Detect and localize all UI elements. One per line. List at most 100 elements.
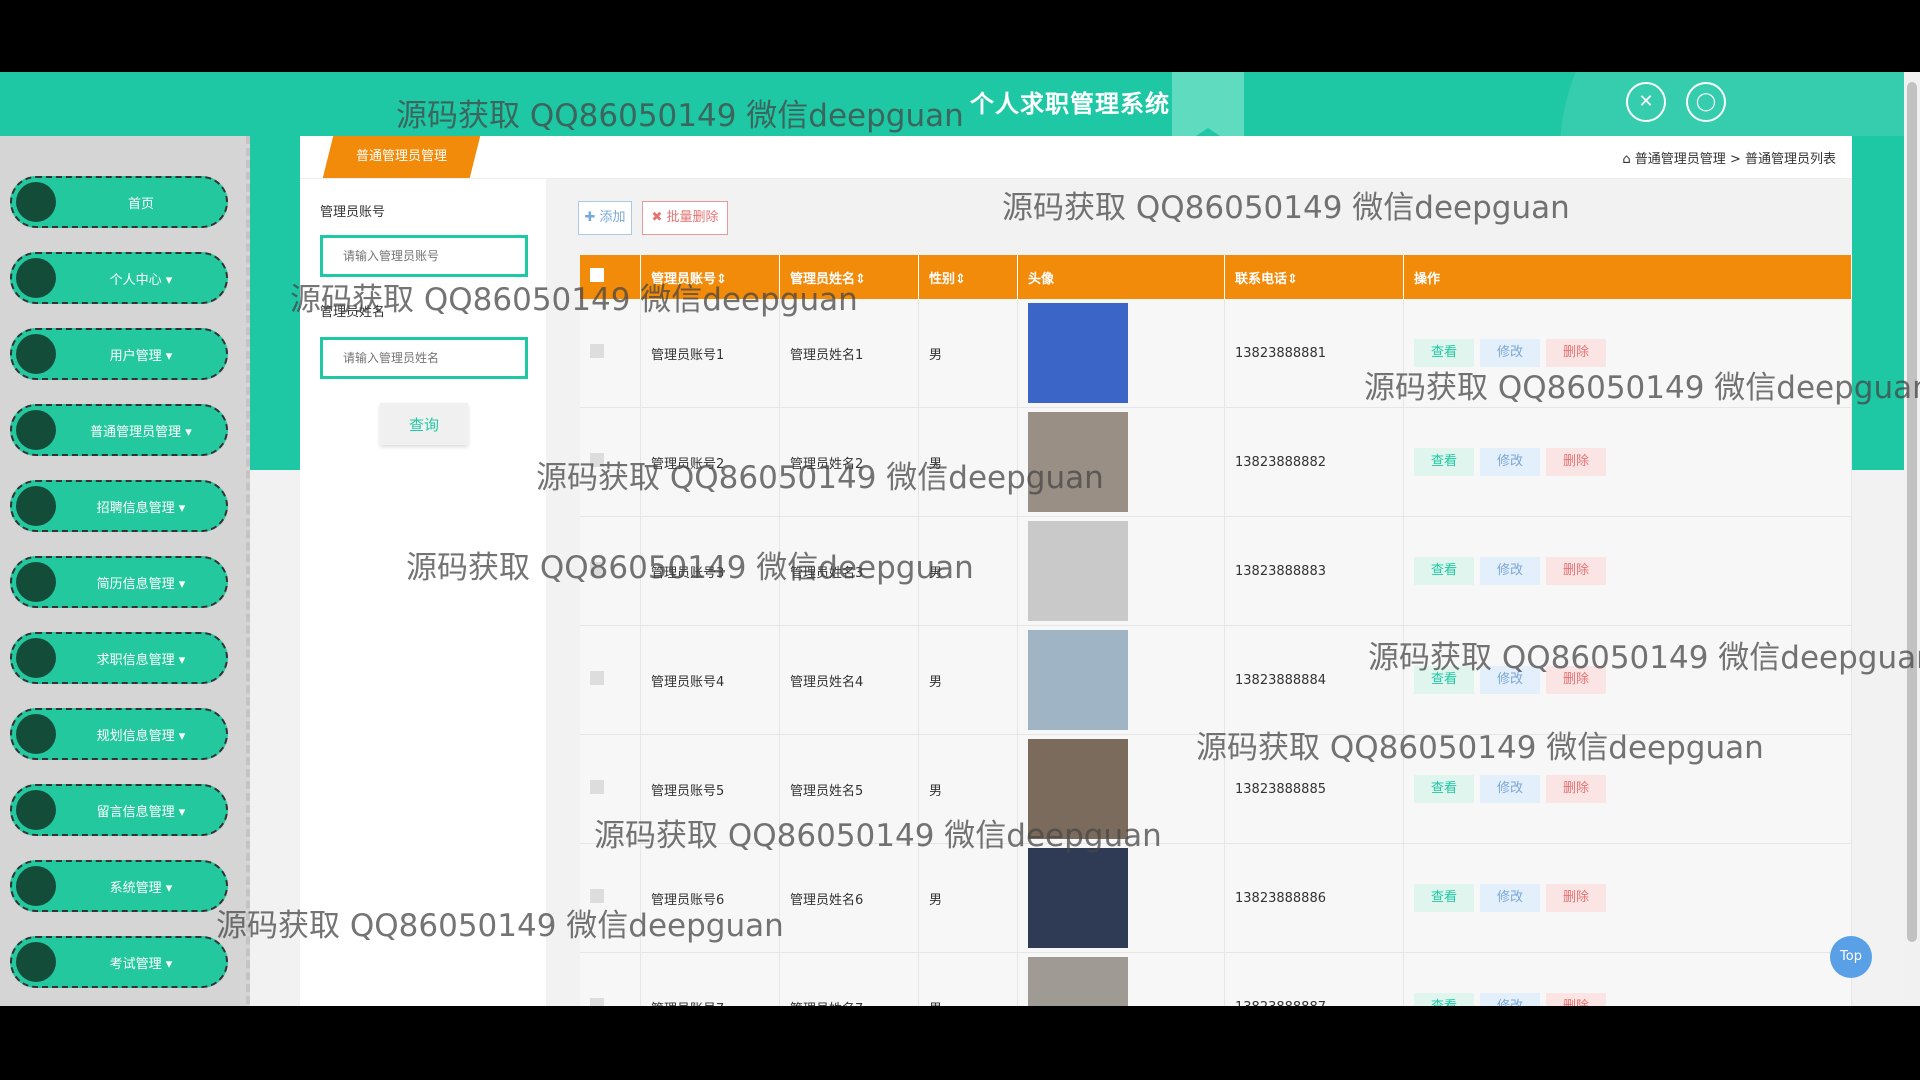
home-icon[interactable]: ⌂ bbox=[1622, 152, 1630, 167]
row-select-cell bbox=[580, 625, 641, 735]
actions-cell: 查看修改删除 bbox=[1403, 734, 1852, 844]
main-content: 普通管理员管理 ⌂ 普通管理员管理 > 普通管理员列表 管理员账号 管理员姓名 … bbox=[300, 136, 1852, 1006]
sidebar-item-label: 规划信息管理 ▾ bbox=[96, 729, 186, 744]
sidebar-item-label: 系统管理 ▾ bbox=[109, 881, 173, 896]
header-phone[interactable]: 联系电话⇕ bbox=[1224, 255, 1404, 299]
table-row: 管理员账号5 管理员姓名5 男 13823888885 查看 修改 删除 bbox=[580, 734, 1852, 844]
select-all-checkbox[interactable] bbox=[590, 268, 604, 282]
scrollbar-thumb[interactable] bbox=[1907, 82, 1917, 942]
edit-button[interactable]: 修改 bbox=[1480, 557, 1540, 585]
header-actions: 操作 bbox=[1403, 255, 1852, 299]
sidebar-item-label: 首页 bbox=[127, 197, 154, 212]
view-button[interactable]: 查看 bbox=[1414, 884, 1474, 912]
row-checkbox[interactable] bbox=[590, 889, 604, 903]
avatar bbox=[1028, 739, 1128, 839]
sidebar-item-label: 简历信息管理 ▾ bbox=[96, 577, 186, 592]
row-checkbox[interactable] bbox=[590, 562, 604, 576]
menu-dot-icon bbox=[16, 866, 56, 906]
row-checkbox[interactable] bbox=[590, 998, 604, 1006]
row-select-cell bbox=[580, 299, 641, 408]
name-cell: 管理员姓名5 bbox=[779, 734, 919, 844]
sidebar-item-user-management[interactable]: 用户管理 ▾ bbox=[10, 328, 228, 380]
gender-cell: 男 bbox=[918, 952, 1018, 1006]
gender-cell: 男 bbox=[918, 299, 1018, 408]
table-row: 管理员账号3 管理员姓名3 男 13823888883 查看 修改 删除 bbox=[580, 516, 1852, 626]
actions-cell: 查看修改删除 bbox=[1403, 952, 1852, 1006]
delete-button[interactable]: 删除 bbox=[1546, 557, 1606, 585]
breadcrumb-path: ⌂ 普通管理员管理 > 普通管理员列表 bbox=[1622, 148, 1836, 167]
view-button[interactable]: 查看 bbox=[1414, 339, 1474, 367]
view-button[interactable]: 查看 bbox=[1414, 557, 1474, 585]
delete-button[interactable]: 删除 bbox=[1546, 448, 1606, 476]
view-button[interactable]: 查看 bbox=[1414, 775, 1474, 803]
phone-cell: 13823888883 bbox=[1224, 516, 1404, 626]
sidebar-item-home[interactable]: 首页 bbox=[10, 176, 228, 228]
edit-button[interactable]: 修改 bbox=[1480, 884, 1540, 912]
sidebar-item-label: 留言信息管理 ▾ bbox=[96, 805, 186, 820]
name-search-input[interactable] bbox=[320, 337, 528, 379]
avatar bbox=[1028, 630, 1128, 730]
row-checkbox[interactable] bbox=[590, 344, 604, 358]
query-button[interactable]: 查询 bbox=[380, 403, 468, 445]
select-all-cell bbox=[580, 255, 641, 299]
name-cell: 管理员姓名4 bbox=[779, 625, 919, 735]
row-checkbox[interactable] bbox=[590, 780, 604, 794]
header-name[interactable]: 管理员姓名⇕ bbox=[779, 255, 919, 299]
edit-button[interactable]: 修改 bbox=[1480, 448, 1540, 476]
sidebar-item-exam[interactable]: 考试管理 ▾ bbox=[10, 936, 228, 988]
phone-cell: 13823888882 bbox=[1224, 407, 1404, 517]
sidebar-item-messages[interactable]: 留言信息管理 ▾ bbox=[10, 784, 228, 836]
sidebar-item-planning[interactable]: 规划信息管理 ▾ bbox=[10, 708, 228, 760]
sidebar-item-job-seeking[interactable]: 求职信息管理 ▾ bbox=[10, 632, 228, 684]
sidebar-item-system[interactable]: 系统管理 ▾ bbox=[10, 860, 228, 912]
actions-cell: 查看修改删除 bbox=[1403, 299, 1852, 408]
sidebar-item-resume[interactable]: 简历信息管理 ▾ bbox=[10, 556, 228, 608]
row-checkbox[interactable] bbox=[590, 671, 604, 685]
actions-cell: 查看修改删除 bbox=[1403, 843, 1852, 953]
add-button[interactable]: ✚ 添加 bbox=[578, 201, 632, 235]
account-cell: 管理员账号2 bbox=[640, 407, 780, 517]
table-row: 管理员账号1 管理员姓名1 男 13823888881 查看 修改 删除 bbox=[580, 299, 1852, 408]
view-button[interactable]: 查看 bbox=[1414, 993, 1474, 1006]
edit-button[interactable]: 修改 bbox=[1480, 775, 1540, 803]
menu-dot-icon bbox=[16, 942, 56, 982]
scrollbar[interactable] bbox=[1904, 72, 1920, 1006]
sidebar-item-admin-management[interactable]: 普通管理员管理 ▾ bbox=[10, 404, 228, 456]
fullscreen-button[interactable]: ✕ bbox=[1626, 82, 1666, 122]
view-button[interactable]: 查看 bbox=[1414, 448, 1474, 476]
delete-button[interactable]: 删除 bbox=[1546, 666, 1606, 694]
account-search-input[interactable] bbox=[320, 235, 528, 277]
header-gender[interactable]: 性别⇕ bbox=[918, 255, 1018, 299]
edit-button[interactable]: 修改 bbox=[1480, 339, 1540, 367]
user-button[interactable]: ◯ bbox=[1686, 82, 1726, 122]
menu-dot-icon bbox=[16, 562, 56, 602]
breadcrumb-tab-label: 普通管理员管理 bbox=[356, 149, 448, 164]
row-select-cell bbox=[580, 516, 641, 626]
avatar bbox=[1028, 957, 1128, 1006]
delete-button[interactable]: 删除 bbox=[1546, 339, 1606, 367]
phone-cell: 13823888884 bbox=[1224, 625, 1404, 735]
ribbon-decoration bbox=[1172, 72, 1244, 136]
sidebar-item-recruitment[interactable]: 招聘信息管理 ▾ bbox=[10, 480, 228, 532]
header-account[interactable]: 管理员账号⇕ bbox=[640, 255, 780, 299]
gender-cell: 男 bbox=[918, 407, 1018, 517]
back-to-top-button[interactable]: Top bbox=[1830, 936, 1872, 978]
batch-delete-button[interactable]: ✖ 批量删除 bbox=[642, 201, 728, 235]
breadcrumb-item-admin[interactable]: 普通管理员管理 bbox=[1635, 152, 1726, 167]
sidebar-item-label: 普通管理员管理 ▾ bbox=[90, 425, 192, 440]
sidebar-item-personal-center[interactable]: 个人中心 ▾ bbox=[10, 252, 228, 304]
edit-button[interactable]: 修改 bbox=[1480, 993, 1540, 1006]
phone-cell: 13823888887 bbox=[1224, 952, 1404, 1006]
row-checkbox[interactable] bbox=[590, 453, 604, 467]
name-cell: 管理员姓名6 bbox=[779, 843, 919, 953]
view-button[interactable]: 查看 bbox=[1414, 666, 1474, 694]
edit-button[interactable]: 修改 bbox=[1480, 666, 1540, 694]
menu-dot-icon bbox=[16, 182, 56, 222]
breadcrumb-tab[interactable]: 普通管理员管理 bbox=[322, 136, 481, 178]
delete-button[interactable]: 删除 bbox=[1546, 775, 1606, 803]
sidebar-item-label: 用户管理 ▾ bbox=[109, 349, 173, 364]
avatar-cell bbox=[1017, 734, 1225, 844]
row-select-cell bbox=[580, 407, 641, 517]
delete-button[interactable]: 删除 bbox=[1546, 993, 1606, 1006]
delete-button[interactable]: 删除 bbox=[1546, 884, 1606, 912]
